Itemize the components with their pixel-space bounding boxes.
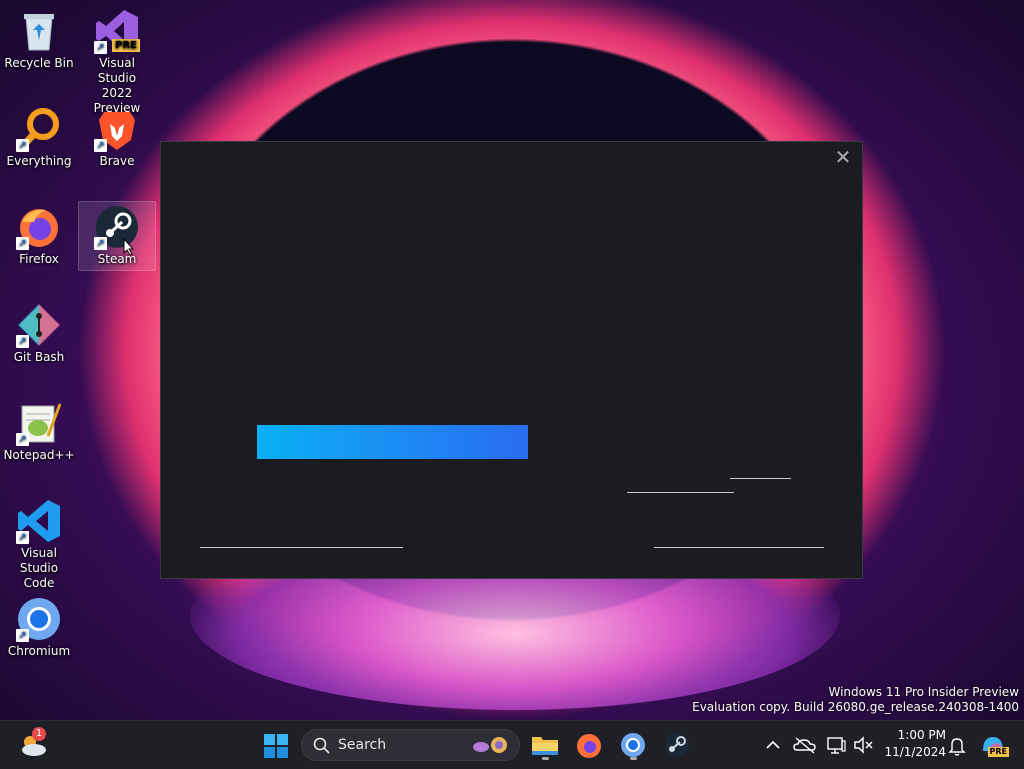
firefox-icon (577, 734, 601, 758)
taskbar-file-explorer[interactable] (529, 729, 561, 761)
shortcut-arrow-icon: ↗ (94, 41, 107, 54)
search-highlight-icon (473, 737, 507, 753)
weather-notification-badge: 1 (32, 727, 46, 741)
placeholder-line (730, 478, 791, 479)
placeholder-line (627, 492, 734, 493)
placeholder-line (200, 547, 403, 548)
windows-logo-icon (264, 734, 288, 758)
desktop-icon-label: Chromium (7, 644, 71, 658)
brave-lion-icon: ↗ (94, 106, 140, 152)
watermark-line-2: Evaluation copy. Build 26080.ge_release.… (692, 700, 1019, 714)
desktop-icon-everything[interactable]: ↗ Everything (1, 104, 77, 172)
steam-loading-dialog: ✕ (160, 141, 863, 579)
shortcut-arrow-icon: ↗ (16, 629, 29, 642)
git-bash-icon: ↗ (16, 302, 62, 348)
shortcut-arrow-icon: ↗ (94, 237, 107, 250)
start-button[interactable] (260, 729, 292, 761)
running-indicator (542, 757, 549, 760)
weather-widget[interactable]: 1 (18, 727, 50, 761)
everything-search-icon: ↗ (16, 106, 62, 152)
steam-icon (665, 733, 689, 757)
desktop-icon-brave[interactable]: ↗ Brave (79, 104, 155, 172)
onedrive-status[interactable] (789, 729, 821, 761)
loading-progress-bar (257, 425, 528, 459)
search-icon (313, 737, 330, 754)
desktop-icon-label: Visual Studio Code (19, 546, 59, 590)
desktop-icon-label: Notepad++ (3, 448, 75, 462)
desktop-icon-notepad-plus-plus[interactable]: ↗ Notepad++ (1, 398, 77, 466)
cloud-off-icon (793, 737, 816, 754)
shortcut-arrow-icon: ↗ (16, 139, 29, 152)
taskbar-firefox[interactable] (573, 729, 605, 761)
notepad-plus-plus-icon: ↗ (16, 400, 62, 446)
taskbar: 1 Search 1:00 PM 11/1/2024 PRE (0, 720, 1024, 769)
desktop-icon-visual-studio-code[interactable]: ↗ Visual Studio Code (1, 496, 77, 590)
desktop-icon-chromium[interactable]: ↗ Chromium (1, 594, 77, 662)
volume-status[interactable] (848, 729, 880, 761)
close-button[interactable]: ✕ (832, 146, 854, 168)
copilot-button[interactable]: PRE (977, 729, 1009, 761)
desktop-icon-git-bash[interactable]: ↗ Git Bash (1, 300, 77, 368)
firefox-icon: ↗ (16, 204, 62, 250)
watermark-line-1: Windows 11 Pro Insider Preview (828, 685, 1019, 699)
desktop-icon-label: Steam (97, 252, 137, 266)
desktop-icon-label: Brave (99, 154, 135, 168)
shortcut-arrow-icon: ↗ (16, 433, 29, 446)
taskbar-chromium[interactable] (617, 729, 649, 761)
chromium-icon: ↗ (16, 596, 62, 642)
shortcut-arrow-icon: ↗ (16, 531, 29, 544)
shortcut-arrow-icon: ↗ (94, 139, 107, 152)
visual-studio-icon: PRE ↗ (94, 8, 140, 54)
os-watermark: Windows 11 Pro Insider Preview Evaluatio… (692, 685, 1019, 715)
search-label: Search (338, 737, 387, 753)
close-icon: ✕ (834, 145, 852, 169)
running-indicator (630, 757, 637, 760)
desktop-icon-label: Git Bash (13, 350, 65, 364)
notifications-button[interactable] (941, 729, 973, 761)
clock-date: 11/1/2024 (884, 745, 946, 759)
clock-time: 1:00 PM (897, 728, 946, 742)
taskbar-search-box[interactable]: Search (301, 729, 520, 761)
desktop-icon-label: Firefox (19, 252, 59, 266)
desktop-icon-firefox[interactable]: ↗ Firefox (1, 202, 77, 270)
desktop-icon-visual-studio-preview[interactable]: PRE ↗ Visual Studio 2022 Preview (79, 6, 155, 115)
desktop-icon-label: Everything (6, 154, 72, 168)
desktop-icon-steam[interactable]: ↗ Steam (78, 201, 156, 271)
taskbar-steam[interactable] (661, 729, 693, 761)
show-hidden-icons-button[interactable] (757, 729, 789, 761)
mouse-cursor-icon (123, 238, 135, 256)
desktop-icon-label: Recycle Bin (4, 56, 74, 70)
recycle-bin-icon (16, 8, 62, 54)
chevron-up-icon (766, 740, 780, 749)
vscode-icon: ↗ (16, 498, 62, 544)
desktop-icon-recycle-bin[interactable]: Recycle Bin (1, 6, 77, 74)
system-clock[interactable]: 1:00 PM 11/1/2024 (880, 727, 946, 761)
volume-muted-icon (854, 736, 873, 754)
pre-badge: PRE (112, 39, 140, 52)
shortcut-arrow-icon: ↗ (16, 237, 29, 250)
copilot-pre-badge: PRE (987, 747, 1009, 757)
placeholder-line (654, 547, 824, 548)
shortcut-arrow-icon: ↗ (16, 335, 29, 348)
bell-icon (948, 738, 966, 756)
